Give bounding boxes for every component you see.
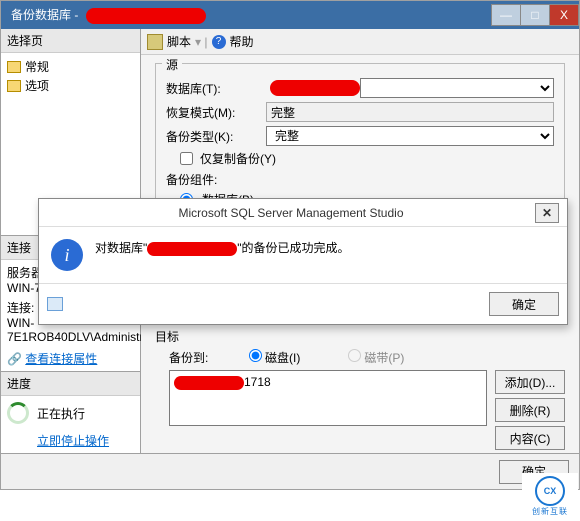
progress-panel: 进度 正在执行 立即停止操作: [1, 371, 140, 453]
radio-tape-label: 磁带(P): [364, 351, 404, 365]
dialog-close-button[interactable]: ✕: [535, 203, 559, 223]
watermark-circle: CX: [535, 476, 565, 506]
dialog-msg-suffix: "的备份已成功完成。: [237, 241, 349, 255]
watermark-text: 创新互联: [532, 506, 568, 517]
script-icon: [147, 34, 163, 50]
radio-tape: [348, 349, 361, 362]
help-icon: ?: [212, 35, 226, 49]
toolbar: 脚本 ▾ | ? 帮助: [141, 29, 579, 55]
page-tree: 常规 选项: [1, 53, 140, 99]
tree-label: 常规: [25, 58, 49, 75]
title-prefix: 备份数据库 -: [11, 8, 82, 22]
database-label: 数据库(T):: [166, 80, 266, 97]
stop-now-link[interactable]: 立即停止操作: [37, 434, 109, 448]
close-button[interactable]: X: [549, 4, 579, 26]
progress-spinner-icon: [7, 402, 29, 424]
tree-label: 选项: [25, 77, 49, 94]
source-legend: 源: [162, 56, 182, 73]
destination-redacted: [174, 376, 244, 390]
page-icon: [7, 61, 21, 73]
script-button[interactable]: 脚本: [167, 33, 191, 50]
dialog-msg-prefix: 对数据库": [95, 241, 147, 255]
view-connection-props-link[interactable]: 查看连接属性: [25, 352, 97, 366]
dialog-title: Microsoft SQL Server Management Studio: [47, 206, 535, 220]
recovery-model-value: 完整: [266, 102, 554, 122]
contents-button[interactable]: 内容(C): [495, 426, 565, 450]
watermark: CX 创新互联: [522, 473, 578, 519]
radio-disk-label: 磁盘(I): [265, 351, 300, 365]
window-title: 备份数据库 -: [1, 6, 492, 24]
target-group: 目标 备份到: 磁盘(I) 磁带(P) 1718 添加(D)...: [155, 324, 565, 450]
help-button[interactable]: 帮助: [230, 33, 254, 50]
bottom-bar: 确定: [1, 453, 579, 489]
destination-list[interactable]: 1718: [169, 370, 487, 426]
database-redacted: [270, 80, 360, 96]
remove-button[interactable]: 删除(R): [495, 398, 565, 422]
destination-suffix: 1718: [244, 375, 271, 389]
dialog-ok-button[interactable]: 确定: [489, 292, 559, 316]
window-buttons: — □ X: [492, 4, 579, 26]
target-legend: 目标: [155, 328, 565, 345]
copy-only-checkbox-row: 仅复制备份(Y): [180, 150, 554, 167]
title-bar: 备份数据库 - — □ X: [1, 1, 579, 29]
minimize-button[interactable]: —: [491, 4, 521, 26]
copy-only-label: 仅复制备份(Y): [200, 150, 276, 167]
page-icon: [7, 80, 21, 92]
info-icon: i: [51, 239, 83, 271]
select-page-header: 选择页: [1, 29, 140, 53]
backup-to-label: 备份到:: [169, 349, 249, 366]
copy-only-checkbox[interactable]: [180, 152, 193, 165]
dialog-message: 对数据库" "的备份已成功完成。: [95, 239, 350, 256]
database-select[interactable]: [360, 78, 554, 98]
toolbar-separator: ▾ |: [195, 35, 207, 49]
title-redacted: [86, 8, 206, 24]
recovery-model-label: 恢复模式(M):: [166, 104, 266, 121]
backup-type-label: 备份类型(K):: [166, 128, 266, 145]
source-group: 源 数据库(T): 恢复模式(M): 完整 备份类型(K):: [155, 63, 565, 218]
add-button[interactable]: 添加(D)...: [495, 370, 565, 394]
radio-disk[interactable]: [249, 349, 262, 362]
maximize-button[interactable]: □: [520, 4, 550, 26]
message-dialog: Microsoft SQL Server Management Studio ✕…: [38, 198, 568, 325]
backup-type-select[interactable]: 完整: [266, 126, 554, 146]
backup-component-label: 备份组件:: [166, 171, 554, 188]
tree-item-options[interactable]: 选项: [7, 76, 134, 95]
progress-header: 进度: [1, 372, 140, 396]
dialog-msg-redacted: [147, 242, 237, 256]
tree-item-general[interactable]: 常规: [7, 57, 134, 76]
progress-running-text: 正在执行: [37, 405, 85, 422]
copy-icon[interactable]: [47, 297, 63, 311]
